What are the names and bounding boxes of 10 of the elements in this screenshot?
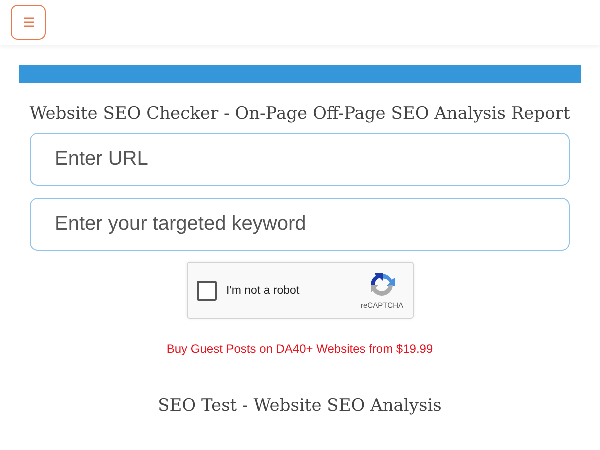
menu-icon xyxy=(22,17,34,28)
menu-button[interactable] xyxy=(11,5,46,40)
promo-link[interactable]: Buy Guest Posts on DA40+ Websites from $19.99 xyxy=(166,342,434,356)
page-title: Website SEO Checker - On-Page Off-Page SEO Analysis Report xyxy=(30,104,570,124)
captcha-label: I'm not a robot xyxy=(226,284,301,296)
captcha-checkbox[interactable] xyxy=(196,280,216,300)
input-field[interactable]: Enter your targeted keyword xyxy=(30,198,570,251)
input-field[interactable]: Enter URL xyxy=(30,133,570,186)
recaptcha-icon xyxy=(368,271,396,299)
section-heading: SEO Test - Website SEO Analysis xyxy=(158,396,442,416)
